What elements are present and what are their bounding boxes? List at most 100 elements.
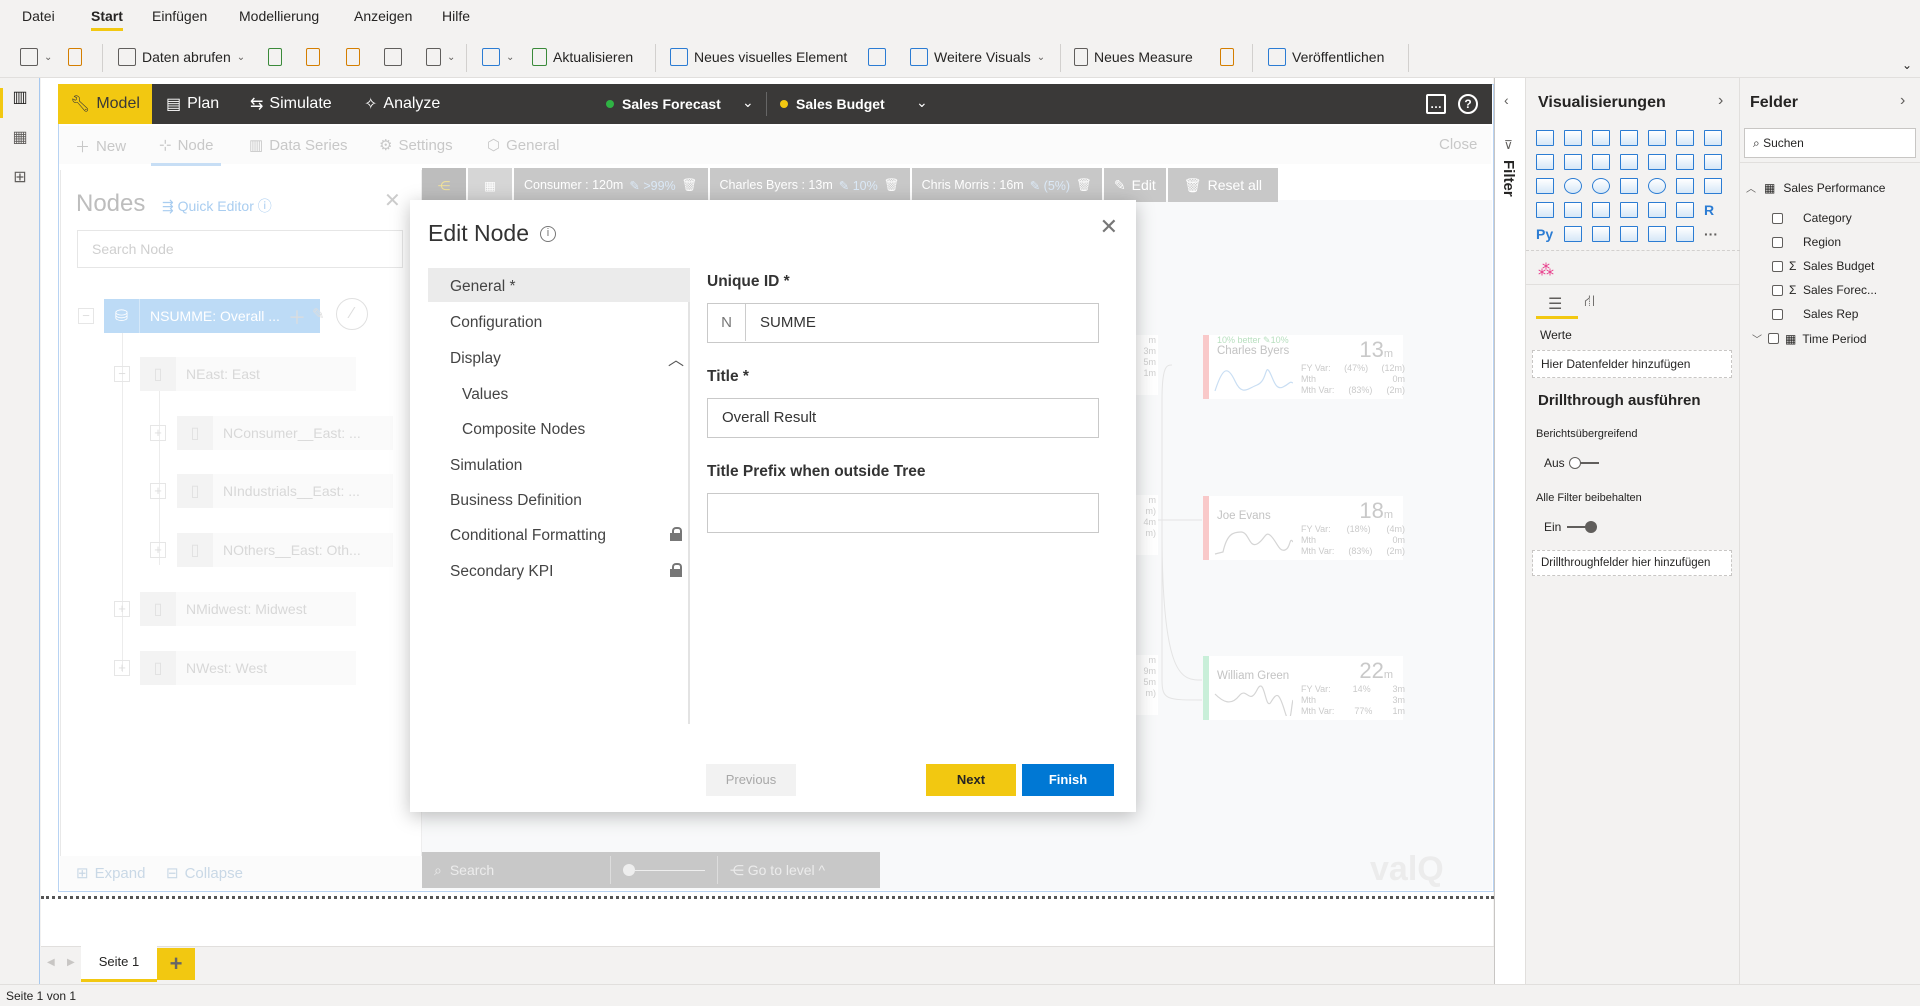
finish-button[interactable]: Finish [1022, 764, 1114, 796]
ribbon-chart-icon[interactable] [1648, 154, 1666, 170]
line-column-icon[interactable] [1592, 154, 1610, 170]
paginated-icon[interactable] [1676, 226, 1694, 242]
slicer-icon[interactable] [1620, 202, 1638, 218]
filled-map-icon[interactable] [1676, 178, 1694, 194]
help-icon[interactable]: ? [1458, 94, 1478, 114]
nav-configuration[interactable]: Configuration [428, 304, 690, 338]
pie-chart-icon[interactable] [1564, 178, 1582, 194]
stacked-column-icon[interactable] [1564, 130, 1582, 146]
nav-general[interactable]: General * [428, 268, 690, 302]
add-page-button[interactable]: + [157, 948, 195, 980]
refresh-button[interactable]: Aktualisieren [532, 45, 633, 69]
checkbox[interactable] [1772, 260, 1783, 272]
zoom-slider[interactable] [622, 864, 705, 876]
get-data-button[interactable]: Daten abrufen ⌄ [118, 45, 245, 69]
chevron-right-icon[interactable]: › [1900, 92, 1905, 110]
tag-chris-morris[interactable]: Chris Morris : 16m ✎ (5%) 🗑︎ [911, 168, 1102, 202]
grid-view-button[interactable]: ▦ [468, 168, 512, 202]
keep-filters-toggle[interactable]: Ein [1544, 520, 1598, 534]
nav-simulation[interactable]: Simulation [428, 447, 690, 481]
chevron-down-icon[interactable]: ⌄ [916, 94, 928, 111]
chevron-down-icon[interactable]: ⌄ [742, 94, 754, 111]
field-category[interactable]: Category [1772, 211, 1852, 225]
recent-sources-button[interactable]: ⌄ [426, 45, 455, 69]
prev-page-icon[interactable]: ◀ [47, 957, 55, 968]
close-icon[interactable]: ✕ [384, 188, 401, 213]
scenario-sales-forecast[interactable]: Sales Forecast [606, 84, 721, 124]
tree-card-joe-evans[interactable]: Joe Evans 18m FY Var: (18%) (4m) Mth 0m Mth… [1203, 496, 1405, 560]
scenario-sales-budget[interactable]: Sales Budget [780, 84, 885, 124]
python-visual-icon[interactable]: Py [1536, 226, 1554, 242]
nav-business-definition[interactable]: Business Definition [428, 482, 690, 516]
page-tab-seite-1[interactable]: Seite 1 [81, 946, 157, 982]
data-series-button[interactable]: ▥ Data Series [249, 136, 348, 155]
menu-datei[interactable]: Datei [22, 8, 55, 24]
expand-toggle[interactable]: + [150, 542, 166, 558]
more-icon[interactable]: ··· [1704, 226, 1722, 242]
tag-charles-byers[interactable]: Charles Byers : 13m ✎ 10% 🗑︎ [709, 168, 910, 202]
r-visual-icon[interactable]: R [1704, 202, 1722, 218]
line-clustered-icon[interactable] [1620, 154, 1638, 170]
clustered-column-icon[interactable] [1620, 130, 1638, 146]
expand-toggle[interactable]: + [114, 660, 130, 676]
clustered-bar-icon[interactable] [1592, 130, 1610, 146]
report-view-icon[interactable]: ▥ [10, 88, 30, 108]
field-sales-budget[interactable]: Σ Sales Budget [1772, 259, 1874, 273]
expand-toggle[interactable]: + [150, 425, 166, 441]
format-paint-icon[interactable]: ⛙ [1584, 292, 1595, 312]
scatter-icon[interactable] [1536, 178, 1554, 194]
checkbox[interactable] [1772, 308, 1783, 320]
quick-measure-button[interactable] [1220, 45, 1234, 69]
add-drillthrough-well[interactable]: Drillthroughfelder hier hinzufügen [1532, 550, 1732, 576]
dataset-button[interactable] [306, 45, 320, 69]
stacked-area-icon[interactable] [1564, 154, 1582, 170]
textbox-button[interactable] [868, 45, 886, 69]
expand-toggle[interactable]: + [150, 483, 166, 499]
tab-plan[interactable]: ▤ Plan [154, 84, 231, 124]
collapse-button[interactable]: ⊟ Collapse [166, 864, 243, 883]
publish-button[interactable]: Veröffentlichen [1268, 45, 1384, 69]
tab-simulate[interactable]: ⇆ Simulate [238, 84, 344, 124]
kpi-icon[interactable] [1592, 202, 1610, 218]
enter-data-button[interactable] [384, 45, 402, 69]
card-icon[interactable] [1536, 202, 1554, 218]
close-icon[interactable]: ✕ [1100, 214, 1118, 240]
format-painter-button[interactable] [68, 45, 82, 69]
filter-pane-collapsed[interactable]: ‹ ⊽ [1494, 78, 1526, 984]
edit-button[interactable]: ✎ Edit [1103, 168, 1166, 202]
gauge-icon[interactable] [1704, 178, 1722, 194]
menu-anzeigen[interactable]: Anzeigen [354, 8, 412, 24]
chevron-left-icon[interactable]: ‹ [1504, 92, 1509, 108]
settings-button[interactable]: ⚙ Settings [379, 136, 453, 155]
matrix-icon[interactable] [1676, 202, 1694, 218]
tree-search-input[interactable]: Search [450, 862, 610, 878]
fields-well-icon[interactable]: ☰ [1548, 294, 1562, 314]
funnel-icon[interactable] [1704, 154, 1722, 170]
tab-model[interactable]: 🔧︎ Model [58, 84, 152, 124]
collapse-toggle[interactable]: − [78, 308, 94, 324]
tab-analyze[interactable]: ✧ Analyze [352, 84, 452, 124]
new-button[interactable]: ＋ New [75, 136, 126, 157]
tree-node-neast[interactable]: ▯ NEast: East [140, 357, 356, 391]
trash-icon[interactable]: 🗑︎ [884, 178, 900, 193]
tree-view-button[interactable]: ⋲ [422, 168, 466, 202]
collapse-ribbon-icon[interactable]: ⌄ [1902, 58, 1912, 72]
sql-button[interactable] [346, 45, 360, 69]
expand-toggle[interactable]: + [114, 601, 130, 617]
excel-button[interactable] [268, 45, 282, 69]
waterfall-icon[interactable] [1676, 154, 1694, 170]
menu-einfuegen[interactable]: Einfügen [152, 8, 207, 24]
100-column-icon[interactable] [1676, 130, 1694, 146]
collapse-toggle[interactable]: − [114, 366, 130, 382]
model-view-icon[interactable]: ⊞ [10, 168, 30, 188]
nav-conditional-formatting[interactable]: Conditional Formatting [428, 517, 690, 551]
nav-display[interactable]: Display ︿ [428, 340, 690, 374]
expand-button[interactable]: ⊞ Expand [76, 864, 145, 883]
paste-button[interactable]: ⌄ [20, 45, 52, 69]
more-visuals-button[interactable]: Weitere Visuals ⌄ [910, 45, 1045, 69]
title-input[interactable]: Overall Result [707, 398, 1099, 438]
table-sales-performance[interactable]: ︿ ▦ Sales Performance [1746, 180, 1885, 196]
tree-node-nconsumer[interactable]: ▯ NConsumer__East: ... [177, 416, 393, 450]
custom-visual-icon[interactable]: ⁂ [1538, 260, 1554, 280]
checkbox[interactable] [1772, 212, 1783, 224]
